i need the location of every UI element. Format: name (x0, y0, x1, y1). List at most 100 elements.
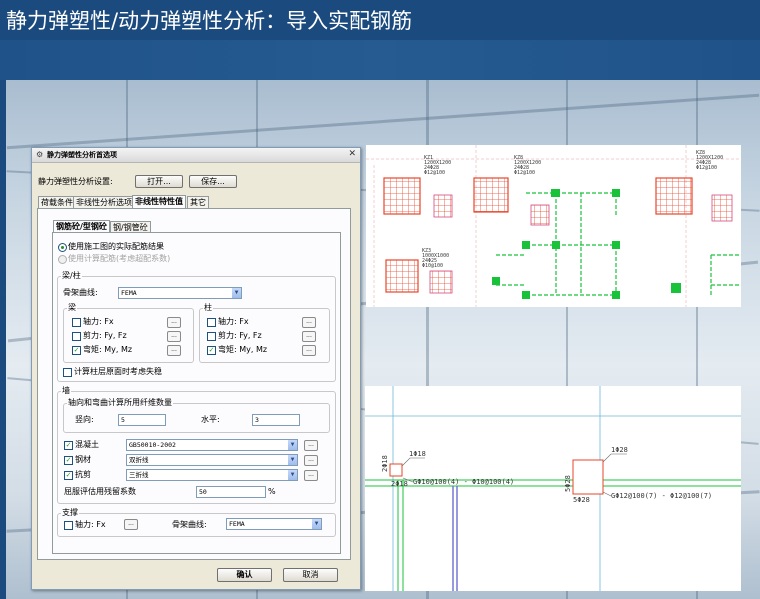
chevron-down-icon[interactable]: ▼ (312, 519, 321, 529)
beam-column-curve-select[interactable]: FEMA ▼ (118, 287, 242, 299)
kz1-stirrup: Φ12@100 (424, 170, 445, 176)
wall-fiber-label: 轴向和弯曲计算所用纤维数量 (67, 398, 173, 408)
column-lines (452, 486, 458, 591)
chevron-down-icon[interactable]: ▼ (288, 470, 297, 480)
column-axial-label: 轴力: Fx (218, 317, 249, 326)
left-bottom-bars: 2Φ18 (391, 480, 408, 488)
beam-moment-checkbox[interactable]: ✓ (72, 346, 81, 355)
beam-moment-label: 弯矩: My, Mz (83, 345, 133, 354)
beam-shear-checkbox[interactable] (72, 332, 81, 341)
column-moment-checkbox[interactable]: ✓ (207, 346, 216, 355)
wall-steel-value: 双折线 (129, 456, 149, 464)
ok-button[interactable]: 确认 (217, 568, 272, 582)
wall-concrete-checkbox[interactable]: ✓ (64, 441, 73, 450)
beam-moment-more-button[interactable]: ... (167, 345, 181, 356)
settings-label: 静力弹塑性分析设置: (38, 177, 113, 186)
kz8a-stirrup: Φ12@100 (514, 170, 535, 176)
dialog-title: 静力弹塑性分析首选项 (47, 151, 117, 159)
brace-axial-more-button[interactable]: ... (124, 519, 138, 530)
wall-residual-label: 屈服评估用残留系数 (64, 487, 136, 496)
column-section-kz3 (385, 259, 419, 293)
tab-nonlinear-options[interactable]: 非线性分析选项 (73, 196, 135, 208)
close-icon[interactable]: ✕ (348, 149, 356, 160)
right-top-bars: 1Φ28 (611, 446, 628, 454)
wall-steel-select[interactable]: 双折线 ▼ (126, 454, 298, 466)
right-bottom-bars: 5Φ28 (573, 496, 590, 504)
wall-steel-label: 钢材 (75, 455, 91, 464)
wall-concrete-select[interactable]: GB50010-2002 ▼ (126, 439, 298, 451)
tab-other[interactable]: 其它 (187, 196, 209, 208)
column-section-kz8-b (655, 177, 693, 215)
column-section-kz8-a (473, 177, 509, 213)
wall-shear-value: 三折线 (129, 471, 149, 479)
beam-column-group-title: 梁/柱 (61, 271, 82, 281)
kz3-stirrup: Φ10@100 (422, 263, 443, 269)
brace-axial-checkbox[interactable] (64, 521, 73, 530)
tab-nonlinear-properties[interactable]: 非线性特性值 (132, 195, 186, 209)
column-section-kz1 (383, 177, 421, 215)
instability-checkbox[interactable] (63, 368, 72, 377)
beam-subgroup-title: 梁 (67, 303, 77, 313)
wall-residual-input[interactable]: 50 (196, 486, 266, 498)
beam-axial-label: 轴力: Fx (83, 317, 114, 326)
column-moment-label: 弯矩: My, Mz (218, 345, 268, 354)
wall-shear-more-button[interactable]: ... (304, 470, 318, 481)
left-top-bars: 1Φ18 (409, 450, 426, 458)
subtab-rc-src[interactable]: 钢筋砼/型钢砼 (53, 220, 110, 232)
column-axial-checkbox[interactable] (207, 318, 216, 327)
column-moment-more-button[interactable]: ... (302, 345, 316, 356)
use-calc-rebar-label: 使用计算配筋(考虑超配系数) (68, 254, 171, 263)
chevron-down-icon[interactable]: ▼ (288, 440, 297, 450)
brace-curve-select[interactable]: FEMA ▼ (226, 518, 322, 530)
wall-section (429, 270, 453, 294)
wall-concrete-more-button[interactable]: ... (304, 440, 318, 451)
wall-shear-select[interactable]: 三折线 ▼ (126, 469, 298, 481)
beam-shear-more-button[interactable]: ... (167, 331, 181, 342)
right-side-bars: 5Φ28 (564, 475, 572, 492)
wall-vertical-input[interactable]: 5 (118, 414, 166, 426)
tab-load-conditions[interactable]: 荷载条件 (38, 196, 76, 208)
column-subgroup-title: 柱 (203, 303, 213, 313)
brace-curve-value: FEMA (229, 520, 245, 528)
axis-grid (365, 386, 741, 591)
wall-steel-more-button[interactable]: ... (304, 455, 318, 466)
column-shear-more-button[interactable]: ... (302, 331, 316, 342)
wall-horizontal-input[interactable]: 3 (252, 414, 300, 426)
beam-rebar-drawing: 1Φ18 2Φ18 2Φ18 GΦ10@100(4) - Φ10@100(4) … (365, 386, 741, 591)
brace-axial-label: 轴力: Fx (75, 520, 106, 529)
beam-axial-checkbox[interactable] (72, 318, 81, 327)
beam-shear-label: 剪力: Fy, Fz (83, 331, 127, 340)
beam-section-right (572, 459, 604, 495)
dialog-app-icon: ⚙ (36, 150, 44, 159)
kz8b-stirrup: Φ12@100 (696, 165, 717, 171)
cancel-button[interactable]: 取消 (283, 568, 338, 582)
wall-shear-label: 抗剪 (75, 470, 91, 479)
chevron-down-icon[interactable]: ▼ (232, 288, 241, 298)
wall-steel-checkbox[interactable]: ✓ (64, 456, 73, 465)
left-rebar-note: GΦ10@100(4) - Φ10@100(4) (413, 478, 514, 486)
column-shear-checkbox[interactable] (207, 332, 216, 341)
save-button[interactable]: 保存... (189, 175, 237, 188)
wall-concrete-label: 混凝土 (75, 440, 99, 449)
column-plan-svg: KZ1 1200X1200 24Φ28 Φ12@100 KZ8 1200X120… (366, 145, 741, 307)
open-button[interactable]: 打开... (135, 175, 183, 188)
wall-shear-checkbox[interactable]: ✓ (64, 471, 73, 480)
use-actual-rebar-radio[interactable] (58, 243, 67, 252)
slide-title: 静力弹塑性/动力弹塑性分析：导入实配钢筋 (6, 9, 413, 33)
chevron-down-icon[interactable]: ▼ (288, 455, 297, 465)
brace-group-title: 支撑 (61, 508, 79, 518)
beam-column-curve-value: FEMA (121, 289, 137, 297)
beam-axial-more-button[interactable]: ... (167, 317, 181, 328)
use-calc-rebar-radio[interactable] (58, 255, 67, 264)
column-section-drawing: KZ1 1200X1200 24Φ28 Φ12@100 KZ8 1200X120… (366, 145, 741, 307)
left-side-bars: 2Φ18 (381, 455, 389, 472)
wall-concrete-value: GB50010-2002 (129, 441, 176, 449)
wall-group-title: 墙 (61, 386, 71, 396)
wall-vertical-label: 竖向: (75, 415, 94, 424)
wall-section (530, 204, 550, 226)
beam-column-curve-label: 骨架曲线: (63, 288, 98, 297)
column-axial-more-button[interactable]: ... (302, 317, 316, 328)
dialog-titlebar[interactable]: ⚙ 静力弹塑性分析首选项 ✕ (32, 148, 360, 163)
instability-label: 计算柱层原面时考虑失稳 (74, 367, 162, 376)
wall-residual-unit: % (268, 487, 276, 496)
